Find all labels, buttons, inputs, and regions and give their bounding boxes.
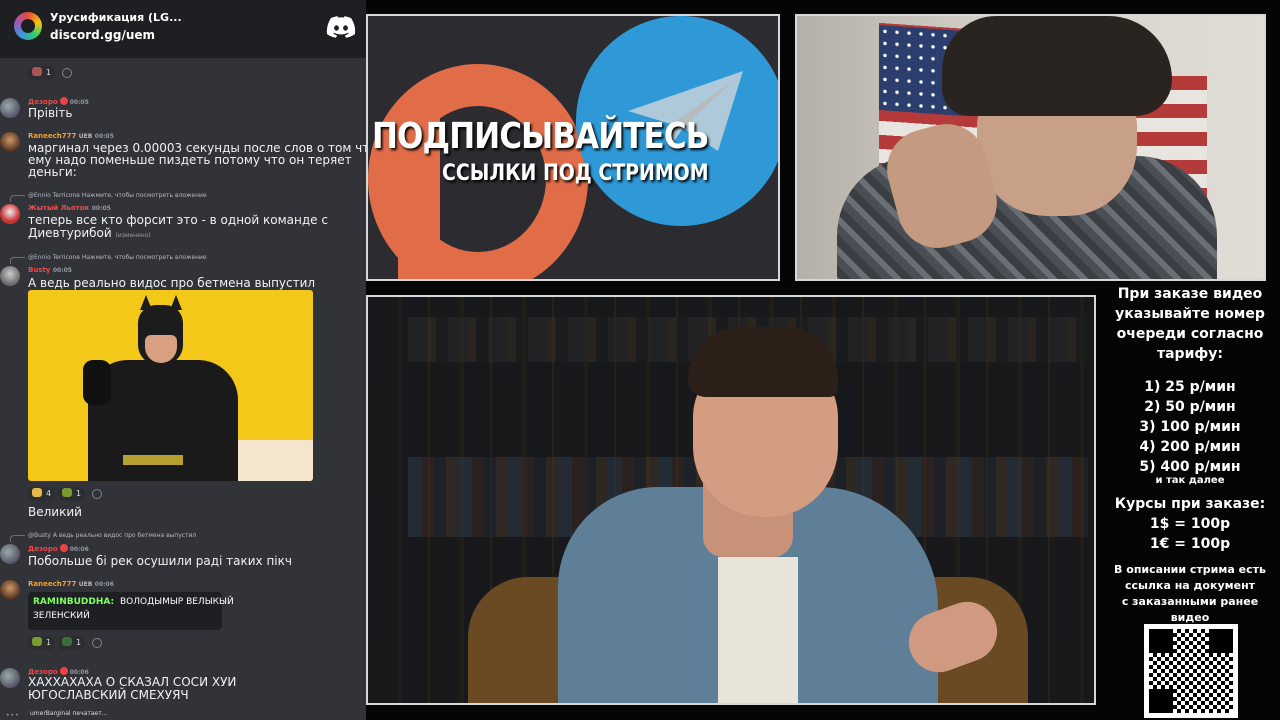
order-info-panel: При заказе видео указывайте номер очеред… xyxy=(1100,284,1280,626)
tariff-item: 5) 400 р/мин xyxy=(1139,459,1241,475)
mention-text: ВОЛОДЫМЫР ВЕЛЫКЫЙ xyxy=(120,597,234,607)
username[interactable]: Raneech777 UEB 00:06 xyxy=(28,580,114,588)
discord-logo-icon xyxy=(326,16,356,38)
timestamp: 00:06 xyxy=(69,546,89,553)
message-text-line: деньги: xyxy=(28,165,77,179)
username[interactable]: Raneech777 UEB 00:05 xyxy=(28,132,114,140)
timestamp: 00:06 xyxy=(94,581,114,588)
server-invite-link[interactable]: discord.gg/uem xyxy=(50,28,155,42)
emoji-icon xyxy=(32,637,42,646)
server-name: Урусификация (LG... xyxy=(50,11,182,24)
user-tag: UEB xyxy=(78,581,93,588)
emoji-icon xyxy=(62,637,72,646)
order-instructions: При заказе видео указывайте номер очеред… xyxy=(1115,286,1265,362)
emoji-icon xyxy=(32,67,42,76)
timestamp: 00:05 xyxy=(94,133,114,140)
batman-image-attachment[interactable] xyxy=(28,290,313,481)
reply-preview[interactable]: @Ennio Terricone Нажмите, чтобы посмотре… xyxy=(10,192,207,202)
qr-code-icon xyxy=(1144,624,1238,718)
message-text-line: Диевтурибой (изменено) xyxy=(28,226,151,240)
mention-text: ЗЕЛЕНСКИЙ xyxy=(33,611,90,621)
reaction-chip[interactable]: 1 xyxy=(58,636,86,650)
timestamp: 00:05 xyxy=(69,99,89,106)
add-reaction-icon[interactable] xyxy=(92,638,102,648)
tariff-item: 4) 200 р/мин xyxy=(1139,439,1241,455)
stream-overlay: Урусификация (LG... discord.gg/uem 1 Дез… xyxy=(0,0,1280,720)
tariff-item: 3) 100 р/мин xyxy=(1139,419,1241,435)
avatar[interactable] xyxy=(0,266,20,286)
reaction-count: 1 xyxy=(76,489,82,498)
role-badge-icon xyxy=(59,544,68,552)
reaction-chip[interactable]: 1 xyxy=(58,487,86,501)
promo-title: ПОДПИСЫВАЙТЕСЬ xyxy=(372,116,709,157)
avatar[interactable] xyxy=(0,668,20,688)
promo-subtitle: ССЫЛКИ ПОД СТРИМОМ xyxy=(442,161,709,186)
tariff-item: 1) 25 р/мин xyxy=(1144,379,1236,395)
username[interactable]: Дезоро 00:05 xyxy=(28,97,89,106)
message-text: А ведь реально видос про бетмена выпусти… xyxy=(28,276,316,290)
username[interactable]: Жытый Льоток 00:05 xyxy=(28,204,111,212)
username[interactable]: Busty 00:05 xyxy=(28,266,72,274)
message-text: Побольше бі рек осушили раді таких пікч xyxy=(28,554,292,568)
avatar[interactable] xyxy=(0,204,20,224)
subscribe-banner: ПОДПИСЫВАЙТЕСЬ ССЫЛКИ ПОД СТРИМОМ xyxy=(366,14,780,281)
reply-preview[interactable]: @Busty А ведь реально видос про бетмена … xyxy=(9,532,196,542)
server-icon[interactable] xyxy=(14,12,42,40)
exchange-rates: Курсы при заказе: 1$ = 100р 1€ = 100р xyxy=(1114,496,1266,552)
avatar[interactable] xyxy=(0,544,20,564)
edited-label: (изменено) xyxy=(115,232,151,239)
laughing-emoji-icon xyxy=(32,488,42,497)
webcam-feed xyxy=(795,14,1266,281)
typing-indicator: umerBarginal печатает... xyxy=(30,710,108,717)
description-note: В описании стрима есть ссылка на докумен… xyxy=(1114,563,1266,624)
reaction-count: 1 xyxy=(46,638,52,647)
add-reaction-icon[interactable] xyxy=(92,489,102,499)
avatar[interactable] xyxy=(0,580,20,600)
tariff-list: 1) 25 р/мин 2) 50 р/мин 3) 100 р/мин 4) … xyxy=(1100,377,1280,487)
reaction-count: 1 xyxy=(76,638,82,647)
mention-embed: RAMINBUDDHA: ВОЛОДЫМЫР ВЕЛЫКЫЙ ЗЕЛЕНСКИЙ xyxy=(28,592,234,630)
typing-indicator-icon: ••• xyxy=(6,712,20,719)
username[interactable]: Дезоро 00:06 xyxy=(28,544,89,553)
chat-header: Урусификация (LG... discord.gg/uem xyxy=(0,0,366,58)
add-reaction-icon[interactable] xyxy=(62,68,72,78)
reaction-chip[interactable]: 1 xyxy=(28,66,56,80)
reply-preview[interactable]: @Ennio Terricone Нажмите, чтобы посмотре… xyxy=(10,254,207,264)
mention-author: RAMINBUDDHA: xyxy=(33,597,115,607)
timestamp: 00:05 xyxy=(52,267,72,274)
timestamp: 00:05 xyxy=(91,205,111,212)
avatar[interactable] xyxy=(0,132,20,152)
role-badge-icon xyxy=(59,667,68,675)
message-text: Великий xyxy=(28,505,82,519)
tariff-note: и так далее xyxy=(1155,475,1225,486)
message-text: Прівіть xyxy=(28,106,73,120)
tariff-item: 2) 50 р/мин xyxy=(1144,399,1236,415)
reaction-count: 1 xyxy=(46,68,52,77)
message-text-line: ЮГОСЛАВСКИЙ СМЕХУЯЧ xyxy=(28,688,189,702)
reaction-chip[interactable]: 4 xyxy=(28,487,56,501)
main-video-feed xyxy=(366,295,1096,705)
role-badge-icon xyxy=(59,97,68,105)
reaction-chip[interactable]: 1 xyxy=(28,636,56,650)
user-tag: UEB xyxy=(78,133,93,140)
emoji-icon xyxy=(62,488,72,497)
reaction-count: 4 xyxy=(46,489,52,498)
discord-chat-panel: Урусификация (LG... discord.gg/uem 1 Дез… xyxy=(0,0,366,720)
avatar[interactable] xyxy=(0,98,20,118)
